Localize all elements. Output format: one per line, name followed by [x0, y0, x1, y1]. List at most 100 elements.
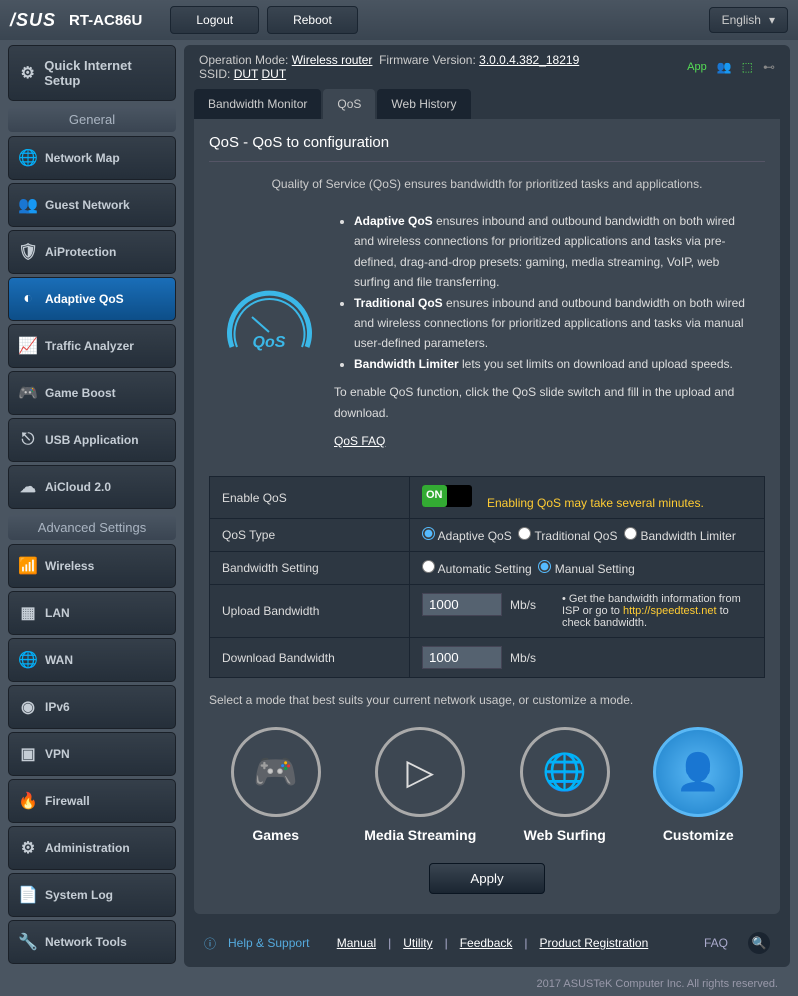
bandwidth-setting-label: Bandwidth Setting: [210, 552, 410, 585]
manual-link[interactable]: Manual: [337, 936, 376, 950]
wifi-icon: 📶: [17, 555, 39, 577]
fw-label: Firmware Version:: [379, 53, 476, 67]
quick-setup-button[interactable]: ⚙Quick Internet Setup: [8, 45, 176, 101]
sidebar-network-map[interactable]: 🌐Network Map: [8, 136, 176, 180]
radio-traditional-qos[interactable]: Traditional QoS: [518, 529, 617, 543]
fw-value[interactable]: 3.0.0.4.382_18219: [479, 53, 579, 67]
radio-auto-setting[interactable]: Automatic Setting: [422, 562, 532, 576]
sidebar-adaptive-qos[interactable]: ◐Adaptive QoS: [8, 277, 176, 321]
upload-bw-input[interactable]: [422, 593, 502, 616]
mode-media[interactable]: ▷Media Streaming: [364, 727, 476, 843]
admin-icon: ⚙: [17, 837, 39, 859]
svg-text:QoS: QoS: [252, 334, 285, 351]
qos-faq-link[interactable]: QoS FAQ: [334, 434, 385, 448]
ssid2-value[interactable]: DUT: [261, 67, 286, 81]
speedtest-link[interactable]: http://speedtest.net: [623, 605, 717, 617]
opmode-label: Operation Mode:: [199, 53, 288, 67]
help-icon[interactable]: ⓘ: [204, 935, 216, 952]
mode-games[interactable]: 🎮Games: [231, 727, 321, 843]
customize-icon: 👤: [653, 727, 743, 817]
search-button[interactable]: 🔍: [748, 932, 770, 954]
tab-qos[interactable]: QoS: [323, 89, 375, 119]
copyright: 2017 ASUSTeK Computer Inc. All rights re…: [0, 972, 798, 996]
globe-icon: 🌐: [17, 147, 39, 169]
radio-manual-setting[interactable]: Manual Setting: [538, 562, 634, 576]
sidebar-wireless[interactable]: 📶Wireless: [8, 544, 176, 588]
sidebar-lan[interactable]: ▦LAN: [8, 591, 176, 635]
bw-hint: • Get the bandwidth information from ISP…: [562, 593, 752, 629]
help-support-link[interactable]: Help & Support: [228, 936, 309, 950]
sidebar-wan[interactable]: 🌐WAN: [8, 638, 176, 682]
status-icon[interactable]: ⬚: [742, 60, 753, 74]
wan-icon: 🌐: [17, 649, 39, 671]
cloud-icon: ☁: [17, 476, 39, 498]
qos-gauge-icon: QoS: [219, 203, 319, 451]
feedback-link[interactable]: Feedback: [460, 936, 513, 950]
radio-bandwidth-limiter[interactable]: Bandwidth Limiter: [624, 529, 736, 543]
gear-icon: ⚙: [17, 62, 38, 84]
radio-adaptive-qos[interactable]: Adaptive QoS: [422, 529, 512, 543]
product-reg-link[interactable]: Product Registration: [540, 936, 649, 950]
gamepad-icon: 🎮: [17, 382, 39, 404]
sidebar-administration[interactable]: ⚙Administration: [8, 826, 176, 870]
qos-type-label: QoS Type: [210, 519, 410, 552]
sidebar-header-general: General: [8, 107, 176, 132]
lan-icon: ▦: [17, 602, 39, 624]
mode-customize[interactable]: 👤Customize: [653, 727, 743, 843]
sidebar-vpn[interactable]: ▣VPN: [8, 732, 176, 776]
tools-icon: 🔧: [17, 931, 39, 953]
mode-instruction: Select a mode that best suits your curre…: [209, 693, 765, 707]
language-select[interactable]: English▾: [709, 7, 788, 33]
shield-icon: 🛡: [17, 241, 39, 263]
sidebar-game-boost[interactable]: 🎮Game Boost: [8, 371, 176, 415]
enable-qos-toggle[interactable]: ON: [422, 485, 472, 507]
gauge-icon: ◐: [17, 288, 39, 310]
logout-button[interactable]: Logout: [170, 6, 259, 34]
usb-icon: ⎋: [17, 429, 39, 451]
mode-web[interactable]: 🌐Web Surfing: [520, 727, 610, 843]
log-icon: 📄: [17, 884, 39, 906]
search-icon: 🔍: [752, 936, 767, 950]
sidebar-header-advanced: Advanced Settings: [8, 515, 176, 540]
sidebar-aiprotection[interactable]: 🛡AiProtection: [8, 230, 176, 274]
clients-icon[interactable]: 👥: [717, 60, 732, 74]
sidebar-traffic-analyzer[interactable]: 📈Traffic Analyzer: [8, 324, 176, 368]
tab-web-history[interactable]: Web History: [377, 89, 470, 119]
enable-warning: Enabling QoS may take several minutes.: [487, 496, 704, 510]
ipv6-icon: ◉: [17, 696, 39, 718]
enable-instruction: To enable QoS function, click the QoS sl…: [334, 382, 755, 423]
chevron-down-icon: ▾: [769, 13, 775, 27]
sidebar-ipv6[interactable]: ◉IPv6: [8, 685, 176, 729]
sidebar-guest-network[interactable]: 👥Guest Network: [8, 183, 176, 227]
asus-logo: /SUS: [10, 10, 56, 31]
apply-button[interactable]: Apply: [429, 863, 544, 894]
app-link[interactable]: App: [687, 61, 707, 73]
tab-bandwidth-monitor[interactable]: Bandwidth Monitor: [194, 89, 321, 119]
panel-title: QoS - QoS to configuration: [209, 134, 765, 162]
chart-icon: 📈: [17, 335, 39, 357]
opmode-value[interactable]: Wireless router: [292, 53, 373, 67]
enable-qos-label: Enable QoS: [210, 477, 410, 519]
web-icon: 🌐: [520, 727, 610, 817]
reboot-button[interactable]: Reboot: [267, 6, 358, 34]
upload-bw-label: Upload Bandwidth: [210, 585, 410, 638]
vpn-icon: ▣: [17, 743, 39, 765]
utility-link[interactable]: Utility: [403, 936, 432, 950]
intro-text: Quality of Service (QoS) ensures bandwid…: [209, 177, 765, 191]
sidebar-firewall[interactable]: 🔥Firewall: [8, 779, 176, 823]
ssid-label: SSID:: [199, 67, 230, 81]
download-bw-input[interactable]: [422, 646, 502, 669]
faq-label: FAQ: [704, 936, 728, 950]
games-icon: 🎮: [231, 727, 321, 817]
model-name: RT-AC86U: [69, 12, 142, 29]
ssid1-value[interactable]: DUT: [234, 67, 258, 81]
people-icon: 👥: [17, 194, 39, 216]
sidebar-system-log[interactable]: 📄System Log: [8, 873, 176, 917]
usb-status-icon[interactable]: ⊷: [763, 60, 775, 74]
sidebar-network-tools[interactable]: 🔧Network Tools: [8, 920, 176, 964]
fire-icon: 🔥: [17, 790, 39, 812]
download-bw-label: Download Bandwidth: [210, 638, 410, 678]
sidebar-usb-application[interactable]: ⎋USB Application: [8, 418, 176, 462]
media-icon: ▷: [375, 727, 465, 817]
sidebar-aicloud[interactable]: ☁AiCloud 2.0: [8, 465, 176, 509]
